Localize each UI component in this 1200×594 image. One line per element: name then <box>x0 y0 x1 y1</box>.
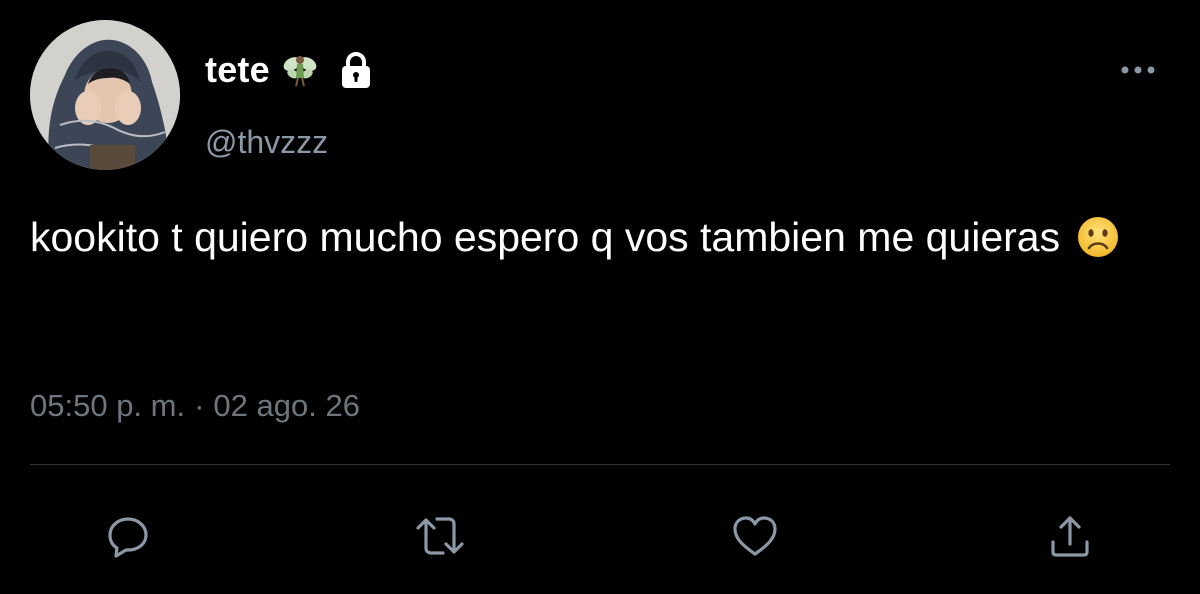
reply-icon <box>108 517 148 558</box>
tweet-text: kookito t quiero mucho espero q vos tamb… <box>30 207 1170 267</box>
author-name-row: tete <box>205 48 376 92</box>
heart-icon <box>733 516 777 556</box>
avatar-photo <box>30 20 180 170</box>
tweet-timestamp[interactable]: 05:50 p. m. · 02 ago. 26 <box>30 388 360 424</box>
author-display-name[interactable]: tete <box>205 49 270 91</box>
timestamp-time: 05:50 p. m. <box>30 388 186 423</box>
retweet-button[interactable] <box>412 508 468 564</box>
reply-button[interactable] <box>100 508 156 564</box>
slightly-frowning-face-emoji-icon <box>1076 215 1120 259</box>
share-icon <box>1051 516 1089 557</box>
lock-icon <box>336 50 376 90</box>
share-button[interactable] <box>1042 508 1098 564</box>
timestamp-separator: · <box>194 388 205 423</box>
divider <box>30 464 1170 465</box>
like-button[interactable] <box>727 508 783 564</box>
timestamp-date: 02 ago. 26 <box>213 388 360 423</box>
fairy-emoji-icon <box>280 50 320 90</box>
tweet-text-content: kookito t quiero mucho espero q vos tamb… <box>30 214 1061 260</box>
more-icon <box>1121 66 1155 74</box>
retweet-icon <box>416 517 464 555</box>
author-handle[interactable]: @thvzzz <box>205 124 328 161</box>
avatar[interactable] <box>30 20 180 170</box>
more-options-button[interactable] <box>1112 56 1164 84</box>
